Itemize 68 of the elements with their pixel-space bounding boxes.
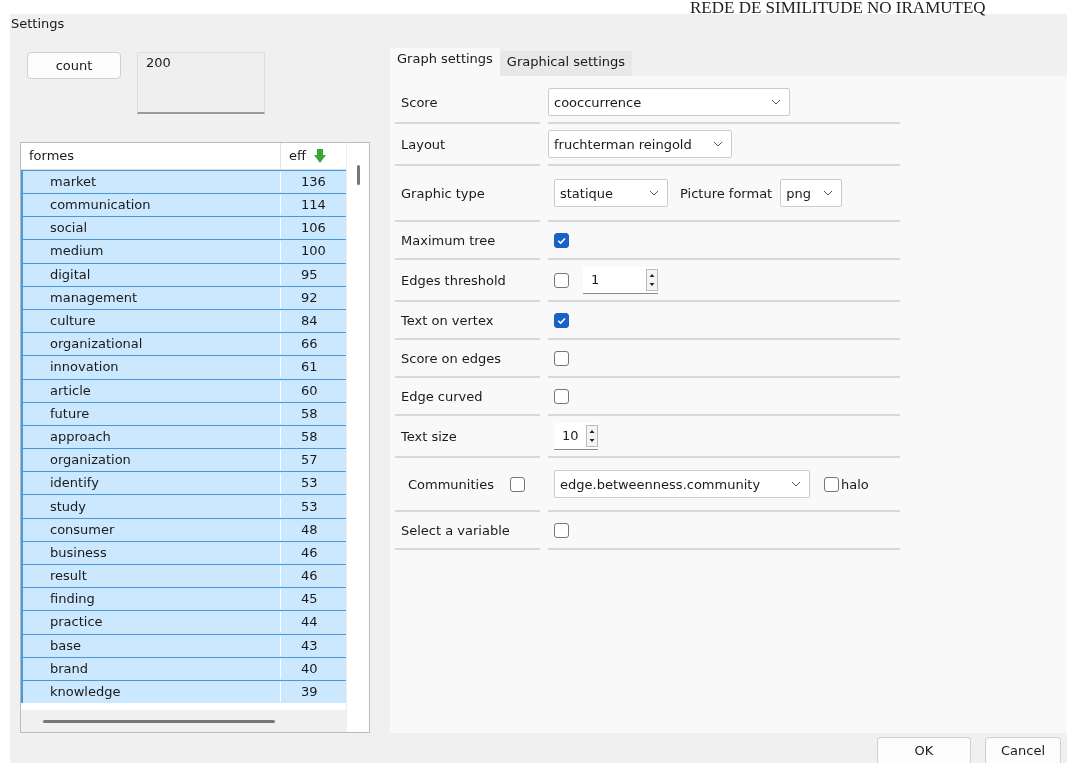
list-row[interactable]: business 46: [21, 540, 346, 564]
field-label: Picture format: [679, 185, 773, 201]
list-row[interactable]: identify 53: [21, 471, 346, 495]
checkbox[interactable]: [824, 476, 839, 492]
dropdown[interactable]: edge.betweenness.community: [554, 470, 810, 498]
field-label: Text size: [400, 428, 457, 444]
tab[interactable]: Graph settings: [390, 48, 500, 76]
number-spinner[interactable]: 1: [583, 266, 658, 294]
count-output: 200: [137, 52, 265, 114]
spin-arrows-icon[interactable]: [586, 424, 598, 447]
field-label: Score: [400, 94, 438, 110]
checkbox[interactable]: [554, 232, 569, 248]
list-row[interactable]: communication 114: [21, 193, 346, 217]
list-row[interactable]: base 43: [21, 633, 346, 657]
tab[interactable]: Graphical settings: [499, 51, 633, 76]
list-row[interactable]: brand 40: [21, 656, 346, 680]
checkbox[interactable]: [554, 350, 569, 366]
field-label: Text on vertex: [400, 312, 494, 328]
list-row[interactable]: organization 57: [21, 448, 346, 472]
number-spinner[interactable]: 10: [554, 422, 598, 450]
scrollbar-thumb[interactable]: [43, 719, 275, 723]
checkbox[interactable]: [554, 388, 569, 404]
list-row[interactable]: organizational 66: [21, 332, 346, 356]
chevron-down-icon: [713, 141, 723, 147]
dropdown[interactable]: statique: [554, 179, 668, 207]
field-label: Select a variable: [400, 522, 510, 538]
list-row[interactable]: study 53: [21, 494, 346, 518]
dialog-button[interactable]: Cancel: [985, 737, 1061, 763]
checkbox[interactable]: [554, 272, 569, 288]
field-label: Edge curved: [400, 388, 483, 404]
checkbox[interactable]: [554, 522, 569, 538]
chevron-down-icon: [823, 190, 834, 196]
checkbox[interactable]: [509, 476, 525, 492]
chevron-down-icon: [791, 481, 801, 487]
list-row[interactable]: future 58: [21, 401, 346, 425]
list-row[interactable]: knowledge 39: [21, 679, 346, 704]
scrollbar-thumb[interactable]: [357, 164, 360, 185]
list-row[interactable]: finding 45: [21, 587, 346, 611]
list-row[interactable]: digital 95: [21, 262, 346, 286]
spin-arrows-icon[interactable]: [646, 268, 658, 291]
list-row[interactable]: medium 100: [21, 239, 346, 263]
document-heading: REDE DE SIMILITUDE NO IRAMUTEQ: [689, 0, 987, 14]
field-label: Edges threshold: [400, 272, 506, 288]
list-row[interactable]: management 92: [21, 285, 346, 309]
count-button[interactable]: count: [27, 52, 121, 79]
field-label: Graphic type: [400, 185, 485, 201]
field-label: Maximum tree: [400, 232, 496, 248]
list-row[interactable]: innovation 61: [21, 355, 346, 379]
field-label: Score on edges: [400, 350, 502, 366]
window-title: Settings: [10, 15, 66, 33]
field-label: Layout: [400, 136, 446, 152]
list-row[interactable]: practice 44: [21, 610, 346, 634]
list-row[interactable]: culture 84: [21, 308, 346, 333]
list-row[interactable]: result 46: [21, 564, 346, 588]
dropdown[interactable]: cooccurrence: [548, 88, 790, 116]
chevron-down-icon: [771, 99, 781, 105]
list-row[interactable]: social 106: [21, 216, 346, 240]
dropdown[interactable]: fruchterman reingold: [548, 130, 732, 158]
chevron-down-icon: [649, 190, 659, 196]
list-row[interactable]: article 60: [21, 378, 346, 402]
list-row[interactable]: market 136: [21, 169, 346, 193]
field-label: Communities: [407, 476, 494, 492]
dropdown[interactable]: png: [780, 179, 843, 207]
checkbox[interactable]: [554, 312, 569, 328]
list-row[interactable]: approach 58: [21, 424, 346, 449]
dialog-button[interactable]: OK: [877, 737, 971, 763]
list-row[interactable]: consumer 48: [21, 517, 346, 541]
checkbox-label: halo: [841, 476, 869, 492]
